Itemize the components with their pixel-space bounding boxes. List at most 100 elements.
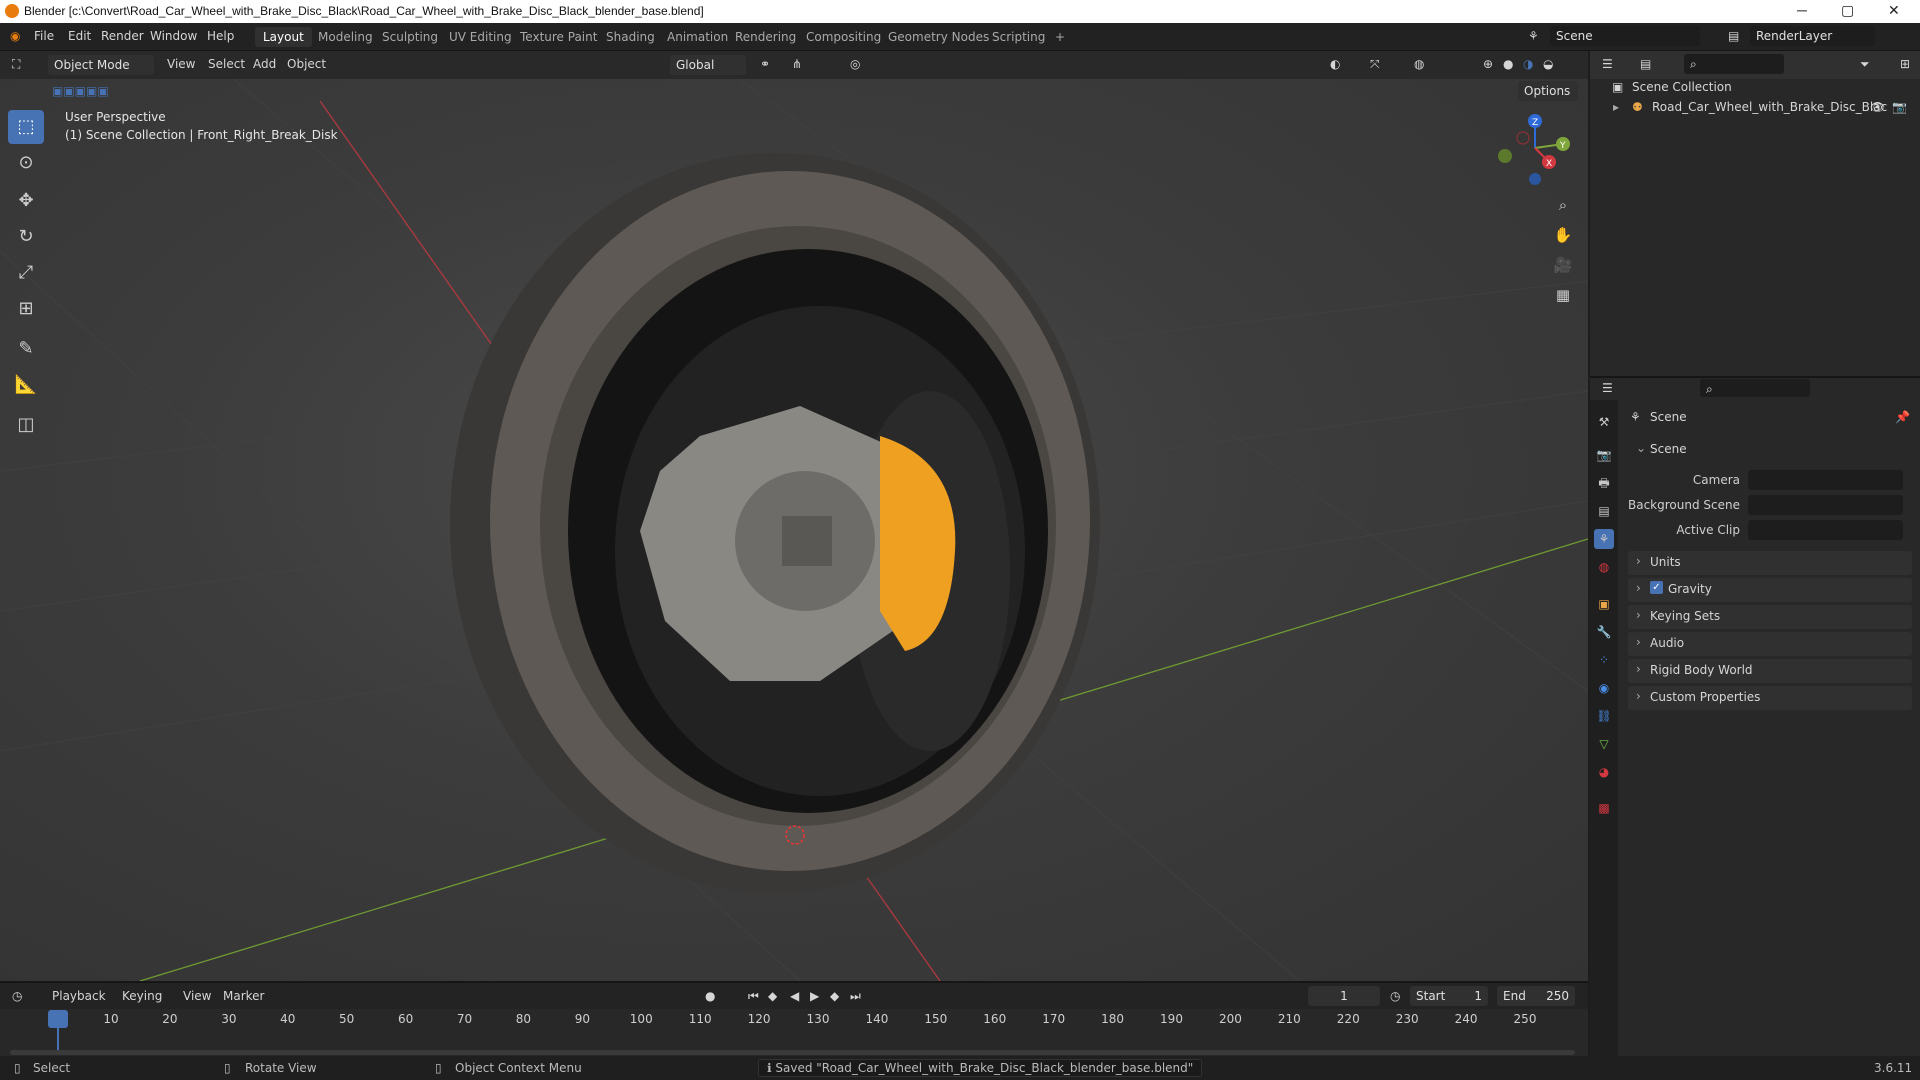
- add-cube-tool-icon[interactable]: ◫: [8, 408, 44, 442]
- units-panel[interactable]: › Units: [1628, 551, 1912, 575]
- options-button[interactable]: Options: [1518, 81, 1578, 101]
- object-tab-icon[interactable]: ▣: [1594, 594, 1614, 614]
- particles-tab-icon[interactable]: ⁘: [1594, 650, 1614, 670]
- scale-tool-icon[interactable]: ⤢: [8, 256, 44, 290]
- display-mode-icon[interactable]: ▤: [1640, 57, 1651, 71]
- menu-window[interactable]: Window: [150, 29, 197, 43]
- end-frame-field[interactable]: End 250: [1497, 986, 1575, 1006]
- transform-tool-icon[interactable]: ⊞: [8, 292, 44, 326]
- add-workspace-button[interactable]: +: [1047, 27, 1073, 47]
- texture-tab-icon[interactable]: ▩: [1594, 798, 1614, 818]
- start-frame-field[interactable]: Start 1: [1410, 986, 1488, 1006]
- timeline-editor-icon[interactable]: ◷: [12, 989, 22, 1003]
- material-shading-icon[interactable]: ◑: [1523, 57, 1533, 71]
- keying-sets-panel[interactable]: › Keying Sets: [1628, 605, 1912, 629]
- outliner-search[interactable]: ⌕: [1684, 54, 1784, 74]
- transform-orientation[interactable]: Global: [670, 55, 746, 75]
- gravity-panel[interactable]: › ✓ Gravity: [1628, 578, 1912, 602]
- output-tab-icon[interactable]: 🖶: [1594, 473, 1614, 493]
- timeline-view-menu[interactable]: View: [183, 989, 211, 1003]
- close-button[interactable]: ✕: [1888, 2, 1900, 19]
- view-layer-tab-icon[interactable]: ▤: [1594, 501, 1614, 521]
- render-tab-icon[interactable]: 📷: [1594, 445, 1614, 465]
- navigation-gizmo[interactable]: Z Y X: [1495, 108, 1575, 188]
- tab-animation[interactable]: Animation: [659, 27, 736, 47]
- eye-visibility-icon[interactable]: 👁: [1870, 100, 1885, 114]
- snap-icon[interactable]: ⋔: [792, 57, 802, 71]
- wireframe-shading-icon[interactable]: ⊕: [1483, 57, 1493, 71]
- current-frame-field[interactable]: 1: [1308, 986, 1380, 1006]
- tab-scripting[interactable]: Scripting: [984, 27, 1053, 47]
- measure-tool-icon[interactable]: 📐: [8, 368, 44, 402]
- tab-modeling[interactable]: Modeling: [310, 27, 381, 47]
- play-reverse-icon[interactable]: ◀: [790, 989, 799, 1003]
- properties-search[interactable]: ⌕: [1700, 379, 1810, 397]
- record-icon[interactable]: ●: [705, 989, 715, 1003]
- jump-end-icon[interactable]: ⏭: [850, 989, 861, 1004]
- move-tool-icon[interactable]: ✥: [8, 184, 44, 218]
- solid-shading-icon[interactable]: ●: [1503, 57, 1513, 71]
- physics-tab-icon[interactable]: ◉: [1594, 678, 1614, 698]
- proportional-edit-icon[interactable]: ◎: [850, 57, 860, 71]
- editor-type-icon[interactable]: ⛶: [12, 57, 20, 72]
- minimize-button[interactable]: ─: [1797, 2, 1807, 18]
- rigid-body-world-panel[interactable]: › Rigid Body World: [1628, 659, 1912, 683]
- tab-uv-editing[interactable]: UV Editing: [441, 27, 520, 47]
- viewport-menu-add[interactable]: Add: [253, 57, 276, 71]
- scene-collection-label[interactable]: Scene Collection: [1632, 80, 1732, 94]
- custom-properties-panel[interactable]: › Custom Properties: [1628, 686, 1912, 710]
- zoom-icon[interactable]: ⌕: [1550, 192, 1576, 218]
- gizmo-toggle-icon[interactable]: ⤧: [1370, 57, 1380, 72]
- marker-menu[interactable]: Marker: [223, 989, 264, 1003]
- scene-tab-icon[interactable]: ⚘: [1594, 529, 1614, 549]
- next-keyframe-icon[interactable]: ◆: [830, 989, 839, 1003]
- camera-view-icon[interactable]: 🎥: [1550, 252, 1576, 278]
- 3d-viewport[interactable]: [0, 51, 1588, 981]
- pin-icon[interactable]: 📌: [1895, 410, 1910, 424]
- modifier-tab-icon[interactable]: 🔧: [1594, 622, 1614, 642]
- expand-arrow-icon[interactable]: ▸: [1613, 100, 1619, 114]
- new-collection-icon[interactable]: ⊞: [1900, 57, 1910, 71]
- tab-geometry-nodes[interactable]: Geometry Nodes: [880, 27, 997, 47]
- visibility-icon[interactable]: ◐: [1330, 57, 1340, 71]
- overlay-toggle-icon[interactable]: ◍: [1414, 57, 1424, 71]
- scene-selector[interactable]: Scene: [1550, 26, 1700, 46]
- material-tab-icon[interactable]: ◕: [1594, 762, 1614, 782]
- select-box-mode-icon[interactable]: ▣▣▣▣▣: [52, 84, 109, 98]
- menu-file[interactable]: File: [34, 29, 54, 43]
- menu-help[interactable]: Help: [207, 29, 234, 43]
- maximize-button[interactable]: ▢: [1841, 2, 1854, 19]
- filter-icon[interactable]: ⏷: [1860, 57, 1870, 72]
- renderlayer-selector[interactable]: RenderLayer: [1750, 26, 1875, 46]
- playhead[interactable]: [48, 1010, 68, 1028]
- active-clip-field[interactable]: [1748, 520, 1903, 540]
- select-box-tool-icon[interactable]: ⬚: [8, 110, 44, 144]
- outliner-editor-icon[interactable]: ☰: [1602, 57, 1613, 71]
- tab-shading[interactable]: Shading: [598, 27, 663, 47]
- preview-range-icon[interactable]: ◷: [1390, 989, 1400, 1003]
- rotate-tool-icon[interactable]: ↻: [8, 220, 44, 254]
- viewport-menu-select[interactable]: Select: [208, 57, 245, 71]
- constraints-tab-icon[interactable]: ⛓: [1594, 706, 1614, 726]
- keying-menu[interactable]: Keying: [122, 989, 162, 1003]
- jump-start-icon[interactable]: ⏮: [748, 989, 759, 1004]
- viewport-menu-view[interactable]: View: [167, 57, 195, 71]
- audio-panel[interactable]: › Audio: [1628, 632, 1912, 656]
- data-tab-icon[interactable]: ▽: [1594, 734, 1614, 754]
- play-icon[interactable]: ▶: [810, 989, 819, 1003]
- properties-editor-icon[interactable]: ☰: [1602, 381, 1613, 395]
- background-scene-field[interactable]: [1748, 495, 1903, 515]
- tool-tab-icon[interactable]: ⚒: [1594, 412, 1614, 432]
- pivot-icon[interactable]: ⚭: [760, 57, 770, 71]
- ortho-grid-icon[interactable]: ▦: [1550, 282, 1576, 308]
- pan-hand-icon[interactable]: ✋: [1550, 222, 1576, 248]
- tab-sculpting[interactable]: Sculpting: [374, 27, 446, 47]
- prev-keyframe-icon[interactable]: ◆: [768, 989, 777, 1003]
- world-tab-icon[interactable]: ◍: [1594, 557, 1614, 577]
- cursor-tool-icon[interactable]: ⊙: [8, 146, 44, 180]
- mode-selector[interactable]: Object Mode: [48, 55, 154, 75]
- tab-texture-paint[interactable]: Texture Paint: [512, 27, 605, 47]
- tab-compositing[interactable]: Compositing: [798, 27, 889, 47]
- gravity-checkbox[interactable]: ✓: [1650, 581, 1663, 594]
- tab-rendering[interactable]: Rendering: [727, 27, 804, 47]
